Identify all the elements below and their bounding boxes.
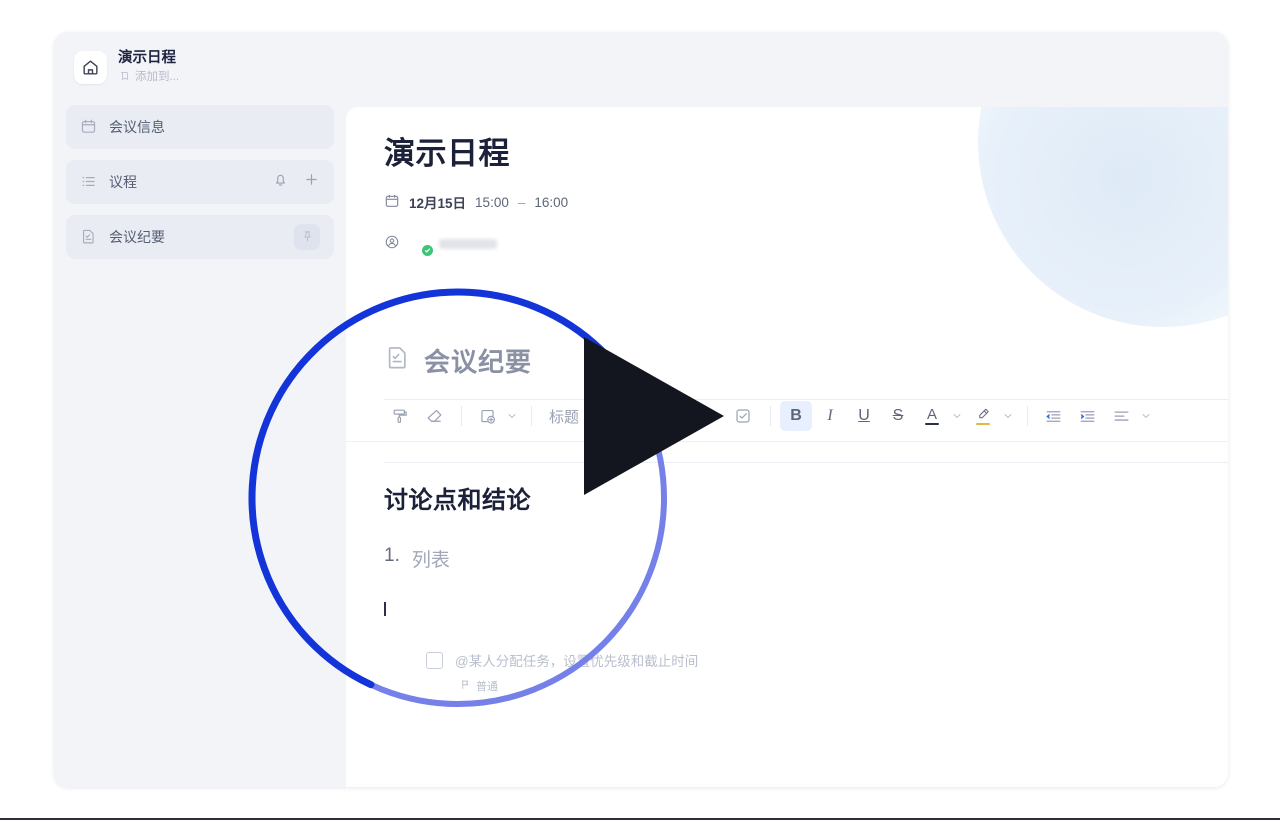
attendee-row[interactable]	[384, 232, 1228, 258]
italic-label: I	[827, 407, 833, 424]
sidebar: 演示日程 添加到... 会议信息 议程 会议纪要	[54, 32, 346, 787]
calendar-icon	[384, 193, 400, 212]
minutes-header[interactable]: 会议纪要	[346, 329, 1228, 391]
list-item[interactable]: 1. 列表	[384, 545, 1228, 572]
minutes-module: 会议纪要 标题 B I U S A 讨论点和结论 1. 列表 @某人分配任务，设…	[346, 329, 1228, 694]
meeting-end-time: 16:00	[534, 194, 569, 210]
todo-priority-label: 普通	[476, 681, 498, 693]
list-item-number: 1.	[384, 545, 400, 566]
home-icon[interactable]	[74, 51, 107, 85]
strikethrough-label: S	[892, 407, 904, 424]
format-painter-icon[interactable]	[384, 401, 416, 431]
toolbar-divider	[1027, 406, 1029, 426]
sidebar-item-label: 议程	[109, 173, 137, 190]
toolbar-divider	[531, 406, 532, 426]
heading-style-select[interactable]: 标题	[541, 401, 587, 431]
insert-media-icon[interactable]	[471, 401, 503, 431]
bold-button[interactable]: B	[780, 401, 813, 431]
heading-style-label: 标题	[549, 408, 580, 426]
play-triangle-icon[interactable]	[584, 337, 724, 495]
add-to-icon	[118, 70, 130, 86]
sidebar-home-title: 演示日程	[118, 50, 176, 66]
minutes-doc-icon	[384, 344, 411, 376]
list-item-label: 列表	[411, 550, 450, 571]
bell-icon[interactable]	[272, 171, 289, 193]
calendar-icon	[79, 118, 97, 135]
avatar-wrap	[409, 232, 434, 258]
chevron-down-icon[interactable]	[950, 411, 963, 421]
outdent-button[interactable]	[1037, 401, 1069, 431]
toolbar-divider	[461, 406, 462, 426]
discussion-heading: 讨论点和结论	[384, 487, 531, 514]
attendee-name	[439, 238, 497, 249]
verified-check-icon	[421, 244, 434, 258]
minutes-body[interactable]: 讨论点和结论 1. 列表 @某人分配任务，设置优先级和截止时间 普通	[346, 442, 1228, 694]
sidebar-item-label: 会议纪要	[109, 228, 165, 245]
align-button[interactable]	[1105, 401, 1137, 431]
italic-button[interactable]: I	[814, 401, 846, 431]
bold-label: B	[790, 407, 802, 424]
sidebar-item-meeting-info[interactable]: 会议信息	[66, 104, 334, 149]
indent-button[interactable]	[1071, 401, 1103, 431]
list-icon	[79, 173, 97, 190]
person-icon	[384, 234, 400, 253]
editor-toolbar: 标题 B I U S A	[346, 391, 1228, 442]
plus-icon[interactable]	[303, 171, 320, 193]
chevron-down-icon[interactable]	[1139, 411, 1152, 421]
add-to-label: 添加到...	[135, 71, 180, 84]
checklist-icon[interactable]	[727, 401, 759, 431]
sidebar-home-row[interactable]: 演示日程 添加到...	[66, 42, 334, 94]
text-color-label: A	[927, 405, 938, 423]
clear-format-icon[interactable]	[418, 401, 450, 431]
highlight-color-swatch	[976, 422, 991, 426]
todo-priority[interactable]: 普通	[460, 678, 1228, 694]
page-title: 演示日程	[384, 136, 510, 171]
main-content-pane: 演示日程 12月15日 15:00 – 16:00 会议纪要 标题 B I U …	[346, 107, 1228, 787]
toolbar-divider	[770, 406, 772, 426]
sidebar-agenda-actions	[272, 171, 320, 193]
meeting-time-row[interactable]: 12月15日 15:00 – 16:00	[384, 192, 1228, 212]
minutes-title: 会议纪要	[424, 346, 533, 377]
avatar[interactable]	[409, 232, 497, 258]
pin-icon[interactable]	[294, 223, 320, 250]
flag-icon	[460, 679, 471, 693]
underline-button[interactable]: U	[848, 401, 880, 431]
meeting-start-time: 15:00	[475, 194, 509, 210]
meeting-date: 12月15日	[409, 196, 467, 212]
bottom-edge-rule	[0, 818, 1280, 820]
underline-label: U	[858, 407, 870, 424]
chevron-down-icon[interactable]	[505, 411, 518, 421]
highlight-color-button[interactable]	[967, 401, 999, 431]
time-range-dash: –	[517, 194, 526, 210]
screenshot-root: 演示日程 添加到... 会议信息 议程 会议纪要 演示日程 12月15日 15:…	[0, 0, 1280, 827]
sidebar-item-minutes[interactable]: 会议纪要	[66, 214, 334, 259]
minutes-doc-icon	[79, 228, 97, 245]
document-header: 演示日程 12月15日 15:00 – 16:00	[346, 107, 1228, 258]
sidebar-item-agenda[interactable]: 议程	[66, 159, 334, 204]
cursor-placeholder	[384, 602, 404, 616]
todo-checkbox[interactable]	[426, 651, 443, 669]
text-color-button[interactable]: A	[916, 401, 948, 431]
text-color-swatch	[925, 422, 940, 426]
chevron-down-icon[interactable]	[1001, 411, 1014, 421]
todo-item[interactable]: @某人分配任务，设置优先级和截止时间	[426, 650, 1228, 670]
strikethrough-button[interactable]: S	[882, 401, 914, 431]
sidebar-item-label: 会议信息	[109, 118, 165, 135]
todo-label: @某人分配任务，设置优先级和截止时间	[455, 654, 699, 669]
sidebar-home-subtitle[interactable]: 添加到...	[118, 70, 179, 86]
